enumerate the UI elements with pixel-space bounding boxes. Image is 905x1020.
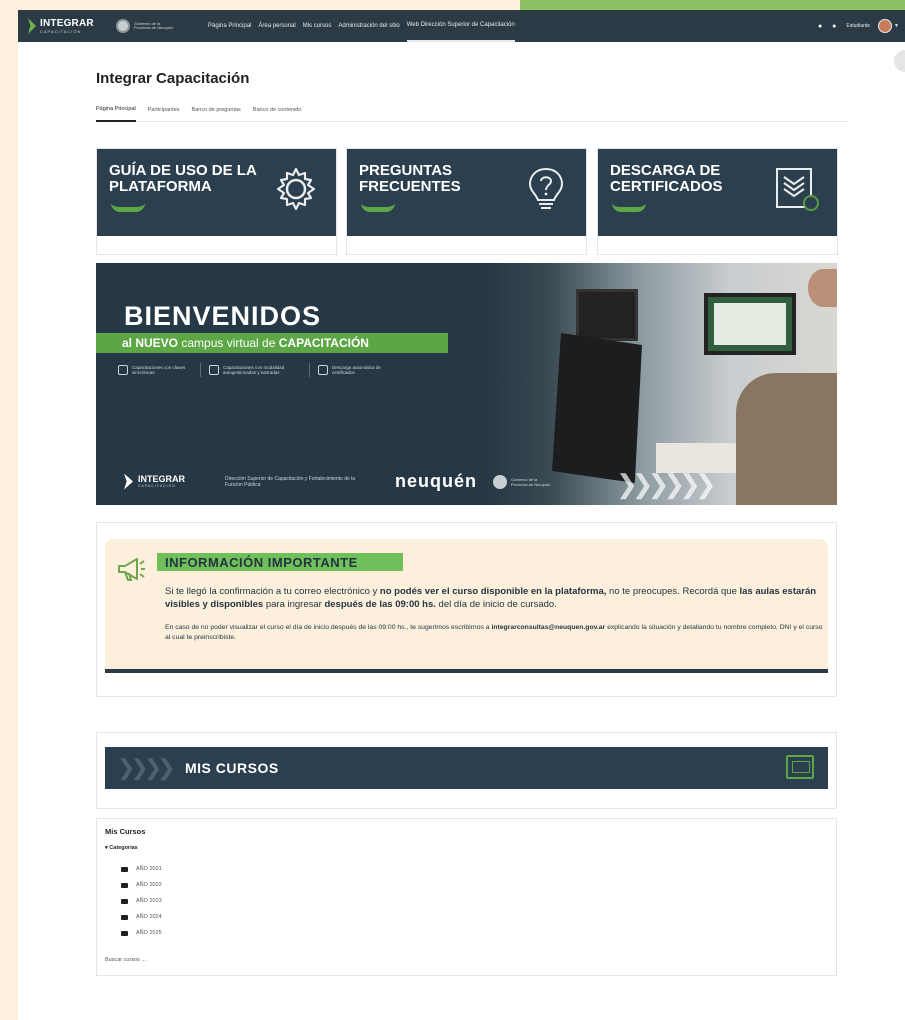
megaphone-icon	[118, 558, 145, 581]
my-courses-title: MIS CURSOS	[185, 760, 279, 776]
my-courses-block: Mis Cursos ▾ Categorías AÑO 2021 AÑO 202…	[96, 818, 837, 976]
messages-chat-icon[interactable]: ●	[832, 23, 836, 30]
tab-question-bank[interactable]: Banco de preguntas	[192, 98, 241, 122]
important-info-block: INFORMACIÓN IMPORTANTE Si te llegó la co…	[96, 522, 837, 697]
category-item-2021[interactable]: AÑO 2021	[121, 861, 162, 877]
card-user-guide[interactable]: GUÍA DE USO DE LA PLATAFORMA	[96, 148, 337, 255]
browser-page: INTEGRAR CAPACITACIÓN Gobierno de la Pro…	[18, 10, 905, 1020]
category-item-2024[interactable]: AÑO 2024	[121, 909, 162, 925]
user-menu-area: ● ● Estudiante ▼	[818, 19, 899, 33]
secondary-nav-tabs: Página Principal Participantes Banco de …	[96, 98, 848, 122]
tutor-icon	[209, 365, 219, 375]
smile-accent-icon	[111, 203, 145, 212]
background-top-left	[0, 0, 520, 10]
headset-icon	[118, 365, 128, 375]
primary-nav: Página Principal Área personal Mis curso…	[208, 10, 522, 42]
category-item-2025[interactable]: AÑO 2025	[121, 925, 162, 941]
important-info-box: INFORMACIÓN IMPORTANTE Si te llegó la co…	[105, 539, 828, 673]
certificate-icon	[771, 163, 823, 215]
my-courses-banner: ❯❯❯❯ MIS CURSOS	[105, 747, 828, 789]
smile-accent-icon	[612, 203, 646, 212]
nav-link-site-admin[interactable]: Administración del sitio	[338, 10, 399, 42]
feature-divider	[200, 363, 201, 377]
card-title: GUÍA DE USO DE LA PLATAFORMA	[109, 162, 257, 195]
avatar[interactable]	[878, 19, 893, 33]
welcome-banner: BIENVENIDOS al NUEVO campus virtual de C…	[96, 263, 837, 505]
feature-certificates: Descarga automática de certificados	[318, 363, 392, 377]
tab-participants[interactable]: Participantes	[148, 98, 180, 122]
search-courses-link[interactable]: Buscar cursos ...	[105, 957, 146, 963]
nav-link-dashboard[interactable]: Área personal	[258, 10, 295, 42]
user-name[interactable]: Estudiante	[846, 23, 870, 29]
card-faq[interactable]: PREGUNTAS FRECUENTES	[346, 148, 587, 255]
banner-footer: INTEGRAR CAPACITACIÓN Dirección Superior…	[124, 471, 551, 492]
categories-toggle[interactable]: ▾ Categorías	[105, 845, 138, 851]
category-list: AÑO 2021 AÑO 2022 AÑO 2023 AÑO 2024 AÑO …	[121, 861, 162, 941]
brand-chevron-icon	[124, 473, 133, 490]
footer-brand-sub: CAPACITACIÓN	[138, 484, 176, 488]
brand-name: INTEGRAR	[40, 17, 94, 29]
page-title: Integrar Capacitación	[96, 70, 250, 87]
card-title: DESCARGA DE CERTIFICADOS	[610, 162, 723, 195]
government-text: Gobierno de la Provincia de Neuquén	[134, 20, 174, 30]
feature-divider	[309, 363, 310, 377]
feature-synchronous: Capacitaciones con clases sincrónicas	[118, 363, 192, 377]
folder-icon	[121, 866, 128, 872]
smile-accent-icon	[361, 203, 395, 212]
photo-computer-tower	[552, 333, 642, 483]
my-courses-banner-block: ❯❯❯❯ MIS CURSOS	[96, 732, 837, 809]
chevrons-decoration-icon: ❯❯❯❯	[117, 755, 176, 780]
banner-features: Capacitaciones con clases sincrónicas Ca…	[118, 363, 400, 377]
top-navbar: INTEGRAR CAPACITACIÓN Gobierno de la Pro…	[18, 10, 905, 42]
chevron-down-icon[interactable]: ▼	[894, 23, 899, 29]
brand-subtitle: CAPACITACIÓN	[40, 28, 82, 34]
feature-self-paced: Capacitaciones con modalidad autogestion…	[209, 363, 301, 377]
footer-government-logo: Gobierno de la Provincia de Neuquén	[493, 474, 551, 489]
lightbulb-question-icon	[520, 163, 572, 215]
footer-brand: INTEGRAR	[138, 474, 185, 484]
government-logo: Gobierno de la Provincia de Neuquén	[116, 19, 202, 33]
folder-icon	[121, 930, 128, 936]
photo-monitor-left	[576, 289, 638, 341]
laptop-icon	[786, 755, 814, 779]
brand-logo[interactable]: INTEGRAR CAPACITACIÓN	[28, 18, 110, 34]
card-certificates[interactable]: DESCARGA DE CERTIFICADOS	[597, 148, 838, 255]
brand-chevron-icon	[28, 18, 36, 34]
certificate-download-icon	[318, 365, 328, 375]
chevrons-decoration-icon: ❯❯❯❯❯❯	[616, 469, 717, 499]
card-faq-banner: PREGUNTAS FRECUENTES	[347, 149, 586, 236]
folder-icon	[121, 882, 128, 888]
gear-icon	[270, 163, 322, 215]
seal-icon	[493, 474, 507, 489]
nav-link-home[interactable]: Página Principal	[208, 10, 251, 42]
background-top-right-accent	[520, 0, 905, 10]
tab-home[interactable]: Página Principal	[96, 98, 136, 122]
nav-link-web-direccion[interactable]: Web Dirección Superior de Capacitación	[406, 10, 515, 42]
footer-direction-text: Dirección Superior de Capacitación y For…	[225, 475, 356, 488]
card-user-guide-banner: GUÍA DE USO DE LA PLATAFORMA	[97, 149, 336, 236]
card-certificates-banner: DESCARGA DE CERTIFICADOS	[598, 149, 837, 236]
category-item-2022[interactable]: AÑO 2022	[121, 877, 162, 893]
footer-province-logo: neuquén	[395, 471, 477, 491]
notifications-bell-icon[interactable]: ●	[818, 23, 822, 30]
photo-person	[736, 373, 837, 505]
contact-email-link[interactable]: integrarconsultas@neuquen.gov.ar	[491, 624, 605, 631]
courses-block-title: Mis Cursos	[105, 827, 146, 836]
category-item-2023[interactable]: AÑO 2023	[121, 893, 162, 909]
folder-icon	[121, 898, 128, 904]
banner-title: BIENVENIDOS	[124, 301, 322, 331]
photo-person-head	[808, 269, 837, 307]
seal-icon	[116, 19, 130, 33]
folder-icon	[121, 914, 128, 920]
tab-content-bank[interactable]: Banco de contenido	[253, 98, 302, 122]
banner-subtitle: al NUEVO campus virtual de CAPACITACIÓN	[122, 336, 369, 350]
info-paragraph-main: Si te llegó la confirmación a tu correo …	[165, 586, 817, 610]
info-title: INFORMACIÓN IMPORTANTE	[165, 555, 358, 570]
info-paragraph-contact: En caso de no poder visualizar el curso …	[165, 624, 823, 641]
drawer-toggle-button[interactable]	[894, 50, 905, 72]
nav-link-my-courses[interactable]: Mis cursos	[303, 10, 332, 42]
photo-monitor-right	[704, 293, 796, 355]
card-title: PREGUNTAS FRECUENTES	[359, 162, 461, 195]
